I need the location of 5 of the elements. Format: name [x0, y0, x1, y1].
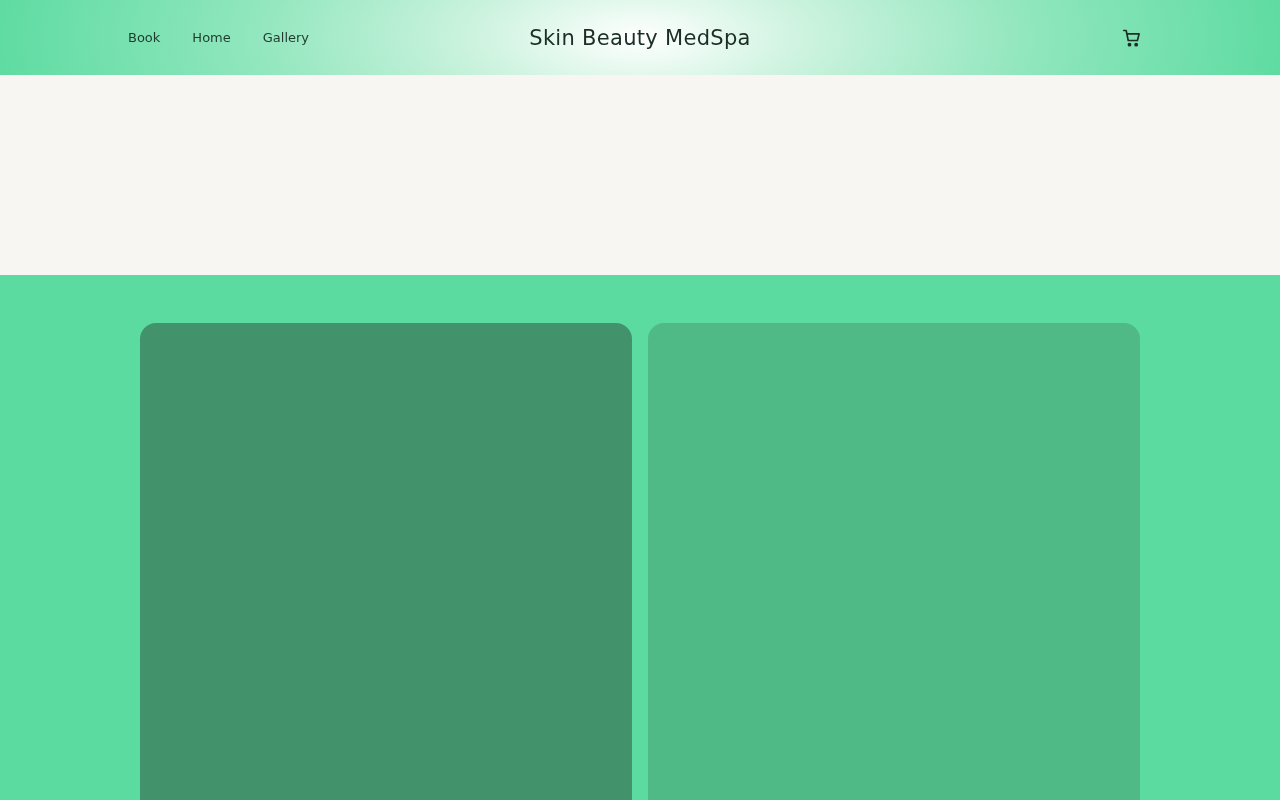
brand-title: Skin Beauty MedSpa	[529, 25, 751, 50]
nav-link[interactable]: Home	[192, 30, 231, 45]
cart-icon[interactable]	[1122, 27, 1142, 48]
nav-link[interactable]: Gallery	[262, 30, 310, 45]
nav-link[interactable]: Book	[128, 30, 161, 45]
